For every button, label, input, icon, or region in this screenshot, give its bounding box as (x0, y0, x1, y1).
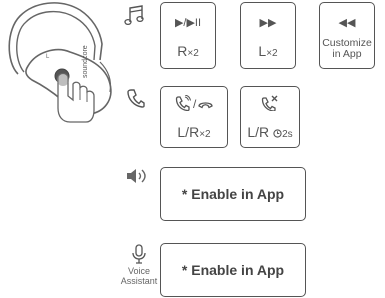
enable-in-app-label: * Enable in App (181, 262, 285, 278)
enable-in-app-label: * Enable in App (181, 186, 285, 202)
in-app-label: in App (332, 48, 362, 60)
answer-hangup-icon: / (175, 94, 213, 112)
rewind-icon: ◀◀ (338, 17, 356, 29)
gesture-label: L/R (177, 124, 200, 140)
reject-call-button[interactable]: L/R 2s (240, 86, 300, 148)
earbud-illustration: L (8, 2, 112, 123)
speaker-icon (127, 169, 146, 183)
volume-enable-button[interactable]: * Enable in App (160, 167, 306, 221)
hold-duration: 2s (282, 129, 293, 140)
tap-count: ×2 (199, 129, 211, 140)
tap-count: ×2 (266, 48, 278, 59)
fast-forward-icon: ▶▶ (259, 17, 277, 29)
earbud-brand: soundcore (82, 45, 89, 78)
music-note-icon (124, 5, 144, 26)
svg-text:/: / (193, 97, 197, 111)
microphone-icon (132, 244, 146, 264)
clock-icon (273, 129, 282, 138)
next-track-button[interactable]: ▶▶ L×2 (240, 2, 296, 69)
play-pause-button[interactable]: ▶/▶II R×2 (160, 2, 216, 69)
previous-track-button[interactable]: ◀◀ Customize in App (319, 2, 375, 69)
voice-assistant-label: Voice Assistant (120, 266, 158, 286)
tap-count: ×2 (187, 48, 199, 59)
voice-assistant-enable-button[interactable]: * Enable in App (160, 243, 306, 297)
gesture-label: R (177, 43, 188, 59)
gesture-label: L/R (247, 124, 270, 140)
answer-hangup-button[interactable]: / L/R×2 (160, 86, 228, 148)
phone-icon (127, 89, 145, 108)
play-pause-icon: ▶/▶II (174, 17, 202, 29)
reject-call-icon (261, 95, 278, 112)
